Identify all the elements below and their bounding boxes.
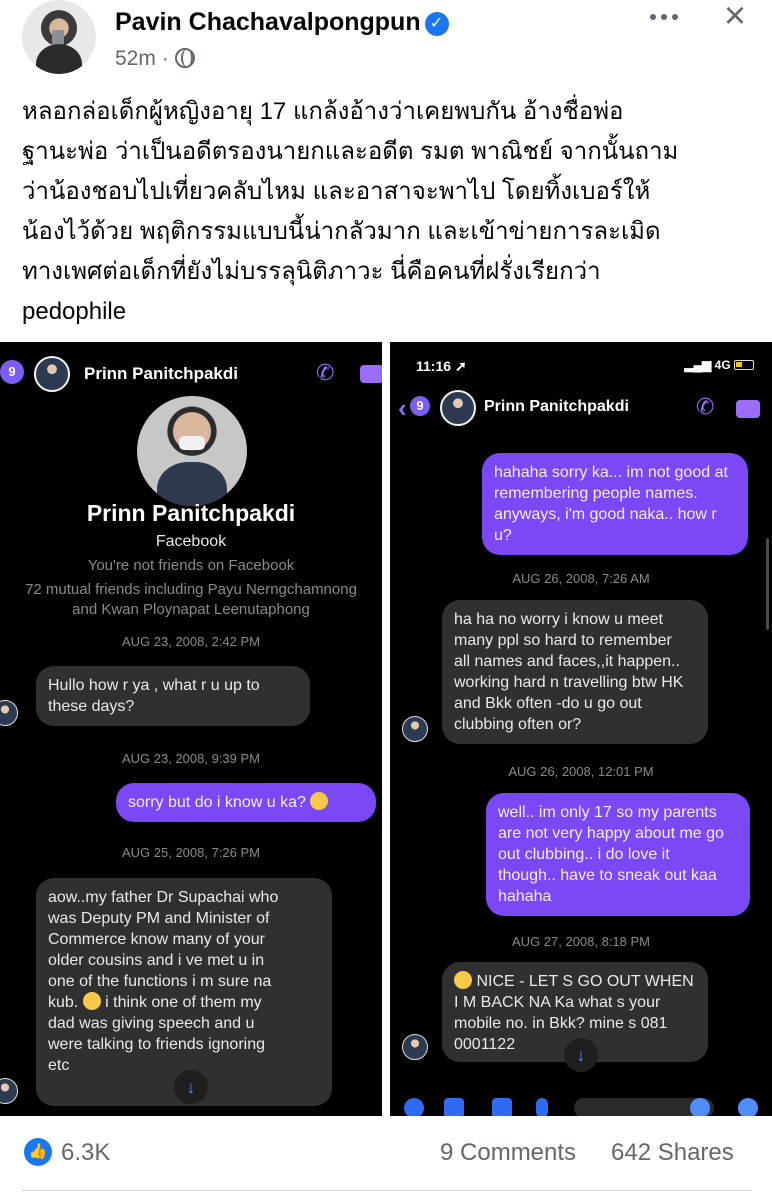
location-arrow-icon: ➚	[454, 358, 467, 374]
signal-bars-icon: ▂▄▆	[684, 358, 712, 372]
author-avatar[interactable]	[22, 0, 96, 74]
like-reaction-icon[interactable]: 👍	[24, 1138, 52, 1166]
video-call-icon[interactable]	[736, 400, 760, 418]
chat-header: ‹ 9 Prinn Panitchpakdi ✆	[390, 386, 772, 450]
left-chat-screenshot[interactable]: 9 Prinn Panitchpakdi ✆ Prinn Panitchpakd…	[0, 342, 382, 1116]
more-options-icon[interactable]	[650, 8, 686, 26]
outgoing-message: sorry but do i know u ka?	[116, 783, 376, 822]
footer-divider	[22, 1190, 752, 1191]
post-footer: 👍 6.3K 9 Comments 642 Shares	[0, 1132, 772, 1180]
like-count[interactable]: 6.3K	[61, 1139, 110, 1167]
network-type: 4G	[714, 358, 731, 372]
shares-count[interactable]: 642 Shares	[611, 1139, 734, 1167]
incoming-message-text: NICE - LET S GO OUT WHEN	[476, 973, 694, 990]
timestamp: AUG 25, 2008, 7:26 PM	[121, 845, 261, 860]
sender-avatar	[402, 716, 428, 742]
video-call-icon	[360, 365, 382, 383]
status-time: 11:16 ➚	[416, 358, 467, 375]
sender-avatar	[0, 700, 18, 726]
scroll-down-arrow-icon[interactable]: ↓	[174, 1070, 208, 1104]
smile-emoji-icon	[310, 792, 329, 810]
profile-name: Prinn Panitchpakdi	[86, 500, 296, 526]
mutual-friends-line-1: 72 mutual friends including Payu Nerngch…	[25, 581, 357, 598]
scrollbar-thumb[interactable]	[766, 538, 769, 630]
timestamp: AUG 23, 2008, 2:42 PM	[121, 634, 261, 649]
timestamp: AUG 26, 2008, 12:01 PM	[508, 764, 654, 779]
battery-icon	[734, 360, 754, 370]
smile-emoji-icon	[82, 992, 101, 1010]
verified-badge-icon: ✓	[424, 12, 449, 36]
post-meta: 52m ·	[115, 47, 195, 71]
compose-bar	[390, 1092, 772, 1116]
timestamp: AUG 23, 2008, 9:39 PM	[121, 751, 261, 766]
microphone-icon[interactable]	[536, 1098, 548, 1116]
author-name-row: Pavin Chachavalpongpun ✓	[115, 8, 449, 37]
emoji-picker-icon[interactable]	[690, 1098, 710, 1116]
avatar-shirt-detail	[36, 44, 82, 74]
right-chat-screenshot[interactable]: 11:16 ➚ ▂▄▆ 4G ‹ 9 Prinn Panitchpakdi ✆ …	[390, 342, 772, 1116]
incoming-message-text: i think one of them my dad was giving sp…	[48, 994, 266, 1074]
outgoing-message: hahaha sorry ka... im not good at rememb…	[482, 453, 748, 555]
profile-picture	[137, 396, 247, 506]
sender-avatar	[402, 1034, 428, 1060]
more-dot	[672, 14, 678, 20]
post-text: หลอกล่อเด็กผู้หญิงอายุ 17 แกล้งอ้างว่าเค…	[22, 98, 679, 325]
like-thumb-icon[interactable]	[738, 1098, 758, 1116]
close-icon[interactable]: ×	[718, 0, 752, 35]
more-dot	[650, 14, 656, 20]
more-dot	[661, 14, 667, 20]
incoming-message-text: aow..my father Dr Supachai who was Deput…	[48, 889, 279, 1011]
meta-separator: ·	[161, 47, 169, 70]
plus-icon[interactable]	[404, 1098, 424, 1116]
gallery-icon[interactable]	[492, 1098, 512, 1116]
smile-emoji-icon	[454, 971, 472, 989]
unread-badge: 9	[0, 360, 24, 384]
scroll-down-arrow-icon[interactable]: ↓	[564, 1038, 598, 1072]
outgoing-message-text: sorry but do i know u ka?	[128, 794, 306, 811]
back-chevron-icon[interactable]: ‹	[398, 395, 407, 421]
phone-call-icon: ✆	[316, 360, 335, 385]
mutual-friends-line-2: and Kwan Ploynapat Leenutaphong	[72, 601, 310, 618]
profile-mask-detail	[179, 436, 205, 450]
timestamp: AUG 26, 2008, 7:26 AM	[512, 571, 650, 586]
profile-source: Facebook	[155, 533, 227, 550]
contact-name: Prinn Panitchpakdi	[484, 398, 629, 415]
incoming-message-text: I M BACK NA Ka what s your mobile no. in…	[454, 994, 668, 1053]
contact-avatar	[34, 356, 70, 392]
incoming-message: Hullo how r ya , what r u up to these da…	[36, 666, 310, 726]
camera-icon[interactable]	[444, 1098, 464, 1116]
phone-call-icon[interactable]: ✆	[696, 396, 718, 418]
timestamp: AUG 27, 2008, 8:18 PM	[511, 934, 651, 949]
incoming-message: ha ha no worry i know u meet many ppl so…	[442, 600, 708, 744]
comments-count[interactable]: 9 Comments	[440, 1139, 576, 1167]
unread-badge: 9	[410, 396, 430, 416]
contact-avatar	[440, 390, 476, 426]
not-friends-note: You're not friends on Facebook	[87, 557, 295, 574]
globe-icon	[174, 48, 195, 68]
post-time[interactable]: 52m	[115, 47, 156, 70]
sender-avatar	[0, 1078, 18, 1104]
author-name[interactable]: Pavin Chachavalpongpun	[115, 8, 421, 36]
status-network: ▂▄▆ 4G	[684, 358, 754, 372]
contact-name: Prinn Panitchpakdi	[84, 364, 238, 383]
status-time-text: 11:16	[416, 358, 452, 374]
post-header: Pavin Chachavalpongpun ✓ 52m · ×	[0, 0, 772, 84]
outgoing-message: well.. im only 17 so my parents are not …	[486, 793, 750, 916]
